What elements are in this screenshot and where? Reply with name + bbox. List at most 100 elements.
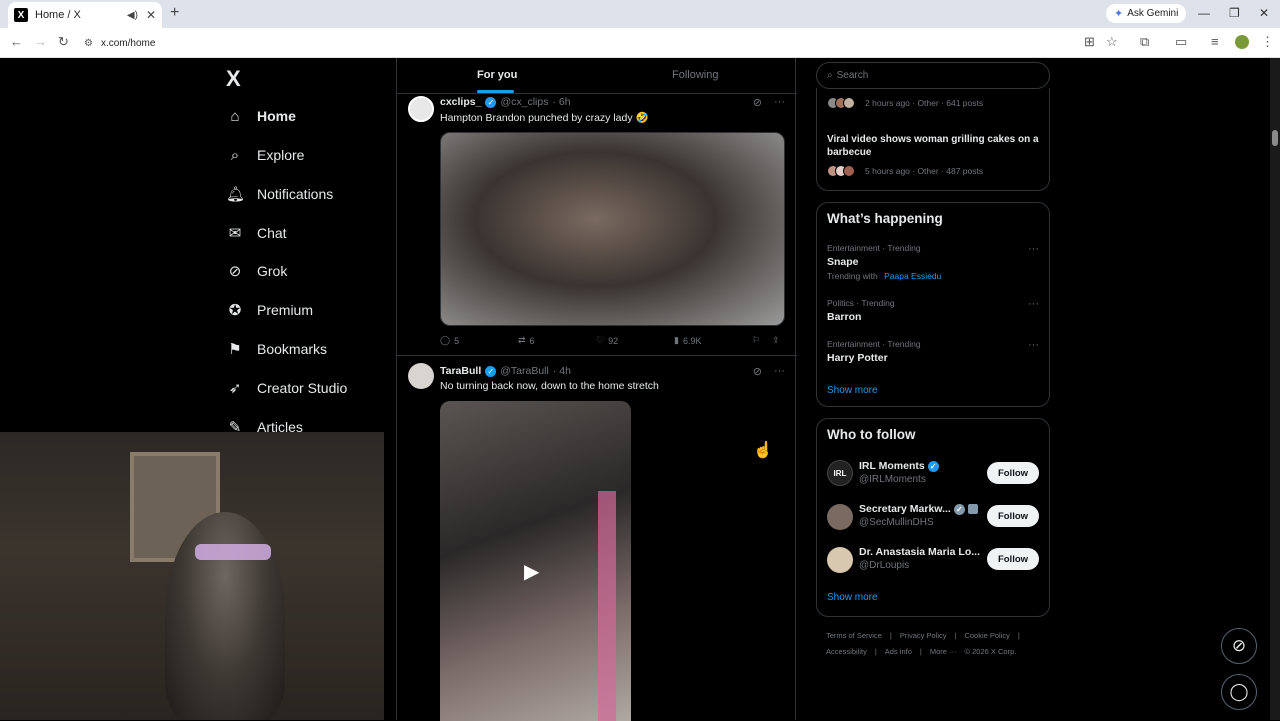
follow-suggestion-name[interactable]: IRL Moments ✓ xyxy=(859,460,939,472)
trend-name[interactable]: Harry Potter xyxy=(827,352,888,364)
x-logo[interactable]: X xyxy=(226,66,241,92)
video-pink-ribbon xyxy=(598,491,616,721)
timeline-column: For you Following cxclips_ ✓ @cx_clips ·… xyxy=(396,58,797,721)
footer-link[interactable]: Privacy Policy xyxy=(900,631,947,640)
share-button[interactable]: ⇪ xyxy=(772,335,780,346)
more-icon[interactable]: ··· xyxy=(1028,243,1039,255)
footer-link[interactable]: Cookie Policy xyxy=(964,631,1009,640)
post-video[interactable] xyxy=(440,132,785,326)
chat-fab-button[interactable]: ◯ xyxy=(1221,674,1257,710)
search-input[interactable]: ⌕ Search xyxy=(816,62,1050,89)
site-info-icon[interactable]: ⚙ xyxy=(84,38,93,49)
new-tab-button[interactable]: + xyxy=(170,4,179,22)
nav-chat[interactable]: ✉ Chat xyxy=(226,218,287,248)
views-button[interactable]: ▮ 6.9K xyxy=(674,335,701,346)
avatar[interactable] xyxy=(408,363,434,389)
nav-grok[interactable]: ⊘ Grok xyxy=(226,256,288,286)
post-text: Hampton Brandon punched by crazy lady 🤣 xyxy=(440,112,649,124)
like-button[interactable]: ♡ 92 xyxy=(596,335,618,346)
reply-button[interactable]: ◯ 5 xyxy=(440,335,459,346)
verified-icon: ✓ xyxy=(485,365,497,377)
avatar[interactable] xyxy=(827,547,853,573)
install-icon[interactable]: ⊞ xyxy=(1084,34,1095,50)
nav-label: Notifications xyxy=(257,186,334,202)
avatar[interactable]: IRL xyxy=(827,460,853,486)
profile-avatar[interactable] xyxy=(1235,35,1249,49)
address-bar[interactable]: ⚙ x.com/home xyxy=(84,32,1084,54)
avatar-stack xyxy=(827,165,855,177)
footer-link[interactable]: More ··· xyxy=(930,647,957,656)
premium-icon: ✪ xyxy=(228,302,242,319)
browser-tab[interactable]: X Home / X ◀) ✕ xyxy=(8,2,162,28)
post-time[interactable]: · 6h xyxy=(552,96,570,108)
follow-suggestion-handle[interactable]: @SecMullinDHS xyxy=(859,517,934,528)
reload-icon[interactable]: ↻ xyxy=(58,34,69,50)
more-icon[interactable]: ··· xyxy=(774,96,785,109)
trend-title[interactable]: Viral video shows woman grilling cakes o… xyxy=(827,133,1041,159)
more-icon[interactable]: ··· xyxy=(1028,339,1039,351)
bookmark-post-button[interactable]: ⚐ xyxy=(752,335,760,346)
back-icon[interactable]: ← xyxy=(10,34,23,49)
post-time[interactable]: · 4h xyxy=(553,365,571,377)
grok-icon[interactable]: ⊘ xyxy=(753,96,762,109)
close-tab-icon[interactable]: ✕ xyxy=(146,8,156,22)
sidepanel-icon[interactable]: ▭ xyxy=(1175,34,1187,50)
nav-label: Home xyxy=(257,108,296,124)
post[interactable]: cxclips_ ✓ @cx_clips · 6h ⊘ ··· Hampton … xyxy=(397,94,797,356)
footer-link[interactable]: Accessibility xyxy=(826,647,867,656)
show-more-link[interactable]: Show more xyxy=(827,592,878,603)
post-author-handle[interactable]: @TaraBull xyxy=(500,365,549,377)
media-icon[interactable]: ≡ xyxy=(1211,34,1219,49)
follow-suggestion-handle[interactable]: @DrLoupis xyxy=(859,560,909,571)
repost-button[interactable]: ⇄ 6 xyxy=(518,335,535,346)
nav-home[interactable]: ⌂ Home xyxy=(226,101,296,131)
forward-icon[interactable]: → xyxy=(34,34,47,49)
post-author-name[interactable]: TaraBull xyxy=(440,365,481,377)
avatar[interactable] xyxy=(827,504,853,530)
post-author-handle[interactable]: @cx_clips xyxy=(500,96,548,108)
tab-following[interactable]: Following xyxy=(672,69,718,81)
nav-explore[interactable]: ⌕ Explore xyxy=(226,140,305,170)
tab-for-you[interactable]: For you xyxy=(477,69,517,81)
ask-gemini-button[interactable]: ✦ Ask Gemini xyxy=(1106,4,1187,23)
trend-meta: 5 hours ago · Other · 487 posts xyxy=(865,166,984,176)
more-icon[interactable]: ··· xyxy=(1028,298,1039,310)
nav-bookmarks[interactable]: ⚑ Bookmarks xyxy=(226,334,327,364)
follow-button[interactable]: Follow xyxy=(987,462,1039,484)
restore-icon[interactable]: ❐ xyxy=(1229,6,1240,20)
nav-notifications[interactable]: 🔔︎ Notifications xyxy=(226,179,333,209)
post-author-name[interactable]: cxclips_ xyxy=(440,96,481,108)
close-window-icon[interactable]: ✕ xyxy=(1259,6,1269,20)
play-icon[interactable]: ▶ xyxy=(524,559,546,583)
show-more-link[interactable]: Show more xyxy=(827,385,878,396)
nav-premium[interactable]: ✪ Premium xyxy=(226,295,313,325)
post-video[interactable]: ▶ xyxy=(440,401,631,721)
speaker-icon[interactable]: ◀) xyxy=(127,10,138,21)
follow-button[interactable]: Follow xyxy=(987,505,1039,527)
post[interactable]: TaraBull ✓ @TaraBull · 4h ⊘ ··· No turni… xyxy=(397,357,797,721)
trend-category: Entertainment · Trending xyxy=(827,339,921,349)
grok-icon[interactable]: ⊘ xyxy=(753,365,762,378)
grok-fab-button[interactable]: ⊘ xyxy=(1221,628,1257,664)
trend-name[interactable]: Barron xyxy=(827,311,861,323)
follow-suggestion-handle[interactable]: @IRLMoments xyxy=(859,474,926,485)
scrollbar-thumb[interactable] xyxy=(1272,130,1278,146)
scrollbar[interactable] xyxy=(1270,58,1280,720)
more-icon[interactable]: ··· xyxy=(774,365,785,378)
trend-name[interactable]: Snape xyxy=(827,256,859,268)
minimize-icon[interactable]: — xyxy=(1198,6,1210,20)
grok-icon: ⊘ xyxy=(1231,636,1247,655)
menu-icon[interactable]: ⋮ xyxy=(1261,34,1274,50)
avatar[interactable] xyxy=(408,96,434,122)
follow-suggestion-name[interactable]: Dr. Anastasia Maria Lo... xyxy=(859,546,980,558)
footer-link[interactable]: Terms of Service xyxy=(826,631,882,640)
extensions-icon[interactable]: ⧉ xyxy=(1140,34,1149,50)
nav-creator-studio[interactable]: ➶ Creator Studio xyxy=(226,373,348,403)
bookmark-star-icon[interactable]: ☆ xyxy=(1106,34,1118,50)
active-tab-indicator xyxy=(477,90,514,93)
follow-suggestion-name[interactable]: Secretary Markw... ✓ xyxy=(859,503,978,515)
trend-extra-link[interactable]: Paapa Essiedu xyxy=(884,271,941,281)
home-icon: ⌂ xyxy=(230,107,240,125)
follow-button[interactable]: Follow xyxy=(987,548,1039,570)
footer-link[interactable]: Ads info xyxy=(885,647,912,656)
